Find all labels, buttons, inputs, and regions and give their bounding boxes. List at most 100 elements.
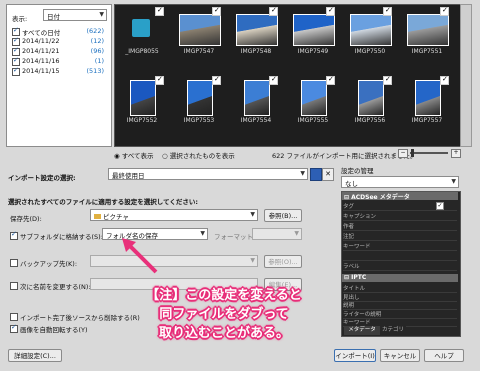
zoom-in-icon[interactable]: + — [451, 149, 461, 158]
metadata-field[interactable]: 注記 — [343, 232, 457, 241]
selection-status: 622 ファイルがインポート用に選択されました。 — [272, 152, 417, 160]
date-label: 2014/11/16 — [22, 57, 60, 65]
thumbnail-checkbox[interactable] — [155, 75, 164, 85]
browse-backup-button[interactable]: 参照(O)... — [264, 255, 302, 268]
save-to-select[interactable]: ピクチャ ▼ — [90, 209, 258, 221]
metadata-field[interactable]: 作者 — [343, 222, 457, 231]
metadata-field-label: ライターの説明 — [343, 311, 382, 318]
radio-show-selected[interactable]: ○ 選択されたものを表示 — [162, 150, 235, 160]
radio-show-all[interactable]: ◉ すべて表示 — [114, 150, 154, 160]
thumbnail-image — [236, 14, 278, 46]
thumbnail-checkbox[interactable] — [269, 75, 278, 85]
auto-rotate-checkbox[interactable] — [10, 323, 18, 333]
metadata-field[interactable]: キーワード — [343, 242, 457, 251]
radio-show-all-label: すべて表示 — [121, 152, 154, 160]
acdsee-header: ⊟ ACDSee メタデータ — [342, 192, 458, 201]
date-checkbox[interactable] — [12, 46, 20, 56]
thumbnail-item[interactable]: IMGP7551 — [403, 6, 451, 57]
zoom-slider[interactable]: − + — [398, 149, 461, 158]
tab-category[interactable]: カテゴリ — [380, 326, 406, 335]
tab-metadata[interactable]: メタデータ — [344, 326, 380, 335]
annotation-line1: 【注】この設定を変えると — [146, 288, 302, 303]
grid-scrollbar[interactable] — [460, 4, 472, 147]
chevron-down-icon: ▼ — [250, 211, 255, 218]
date-item[interactable]: 2014/11/22 (12) — [12, 36, 104, 47]
thumbnail-checkbox[interactable] — [326, 75, 335, 85]
thumbnail-checkbox[interactable] — [212, 75, 221, 85]
settings-label: インポート設定の選択: — [8, 174, 76, 182]
thumbnail-item[interactable]: IMGP7548 — [232, 6, 280, 57]
tag-checkbox[interactable]: ✓ — [436, 202, 444, 210]
metadata-field[interactable]: ラベル — [343, 262, 457, 271]
thumbnail-caption: IMGP7555 — [297, 117, 329, 124]
advanced-settings-button[interactable]: 詳細設定(C)... — [8, 349, 62, 362]
format-select[interactable]: ▼ — [252, 228, 302, 240]
date-item[interactable]: 2014/11/16 (1) — [12, 56, 104, 67]
chevron-down-icon: ▼ — [300, 170, 305, 177]
thumbnail-image — [130, 80, 156, 116]
settings-select-value: 最終使用日 — [112, 172, 145, 180]
thumbnail-image — [244, 80, 270, 116]
import-button[interactable]: インポート(I) — [334, 349, 376, 362]
metadata-field[interactable] — [343, 252, 457, 261]
manage-label: 設定の管理 — [341, 167, 374, 175]
date-checkbox[interactable] — [12, 26, 20, 36]
date-item[interactable]: 2014/11/15 (513) — [12, 66, 104, 77]
auto-rotate-label: 画像を自動回転する(Y) — [20, 326, 88, 334]
thumbnail-caption: IMGP7550 — [354, 48, 386, 55]
save-to-value: ピクチャ — [103, 213, 129, 221]
thumbnail-checkbox[interactable] — [383, 75, 392, 85]
iptc-header: ⊟ IPTC — [342, 274, 458, 282]
manage-select[interactable]: なし ▼ — [341, 176, 459, 188]
date-label: 2014/11/15 — [22, 67, 60, 75]
thumbnail-item[interactable]: IMGP7553 — [175, 75, 223, 126]
subfolder-checkbox[interactable] — [10, 230, 18, 240]
thumbnail-checkbox[interactable] — [440, 6, 449, 16]
thumbnail-checkbox[interactable] — [440, 75, 449, 85]
backup-checkbox[interactable] — [10, 259, 18, 267]
thumbnail-item[interactable]: _IMGP8055 — [118, 6, 166, 57]
metadata-field[interactable]: キャプション — [343, 212, 457, 221]
slider-thumb[interactable] — [411, 149, 414, 157]
save-settings-icon[interactable] — [310, 168, 322, 181]
annotation-callout: 【注】この設定を変えると 同ファイルをダブって 取り込むことがある。 — [126, 286, 322, 343]
thumbnail-image — [350, 14, 392, 46]
iptc-header-text: IPTC — [351, 274, 367, 281]
thumbnail-item[interactable]: IMGP7547 — [175, 6, 223, 57]
date-item[interactable]: すべての日付 (622) — [12, 26, 104, 37]
date-item[interactable]: 2014/11/21 (96) — [12, 46, 104, 57]
thumbnail-item[interactable]: IMGP7549 — [289, 6, 337, 57]
thumbnail-item[interactable]: IMGP7550 — [346, 6, 394, 57]
delete-source-checkbox[interactable] — [10, 313, 18, 321]
thumbnail-checkbox[interactable] — [212, 6, 221, 16]
thumbnail-image — [407, 14, 449, 46]
thumbnail-item[interactable]: IMGP7552 — [118, 75, 166, 126]
radio-show-selected-label: 選択されたものを表示 — [169, 152, 235, 160]
cancel-button[interactable]: キャンセル — [380, 349, 420, 362]
slider-track[interactable] — [410, 152, 448, 154]
rename-label: 次に名前を変更する(N): — [20, 283, 91, 291]
date-checkbox[interactable] — [12, 36, 20, 46]
date-checkbox[interactable] — [12, 66, 20, 76]
thumbnail-caption: IMGP7549 — [297, 48, 329, 55]
settings-select[interactable]: 最終使用日 ▼ — [108, 168, 308, 180]
zoom-out-icon[interactable]: − — [398, 149, 408, 158]
thumbnail-item[interactable]: IMGP7555 — [289, 75, 337, 126]
thumbnail-item[interactable]: IMGP7556 — [346, 75, 394, 126]
thumbnail-checkbox[interactable] — [155, 6, 164, 16]
thumbnail-checkbox[interactable] — [383, 6, 392, 16]
thumbnail-item[interactable]: IMGP7557 — [403, 75, 451, 126]
rename-checkbox[interactable] — [10, 282, 18, 290]
acdsee-header-text: ACDSee メタデータ — [351, 194, 410, 201]
thumbnail-checkbox[interactable] — [326, 6, 335, 16]
thumbnail-caption: IMGP7554 — [240, 117, 272, 124]
backup-select[interactable]: ▼ — [90, 255, 258, 267]
annotation-line2: 同ファイルをダブって — [159, 307, 289, 322]
browse-save-button[interactable]: 参照(B)... — [264, 209, 302, 222]
date-checkbox[interactable] — [12, 56, 20, 66]
delete-settings-icon[interactable]: ✕ — [322, 168, 334, 181]
help-button[interactable]: ヘルプ — [424, 349, 464, 362]
thumbnail-checkbox[interactable] — [269, 6, 278, 16]
thumbnail-item[interactable]: IMGP7554 — [232, 75, 280, 126]
filter-select[interactable]: 日付 ▼ — [43, 9, 107, 21]
